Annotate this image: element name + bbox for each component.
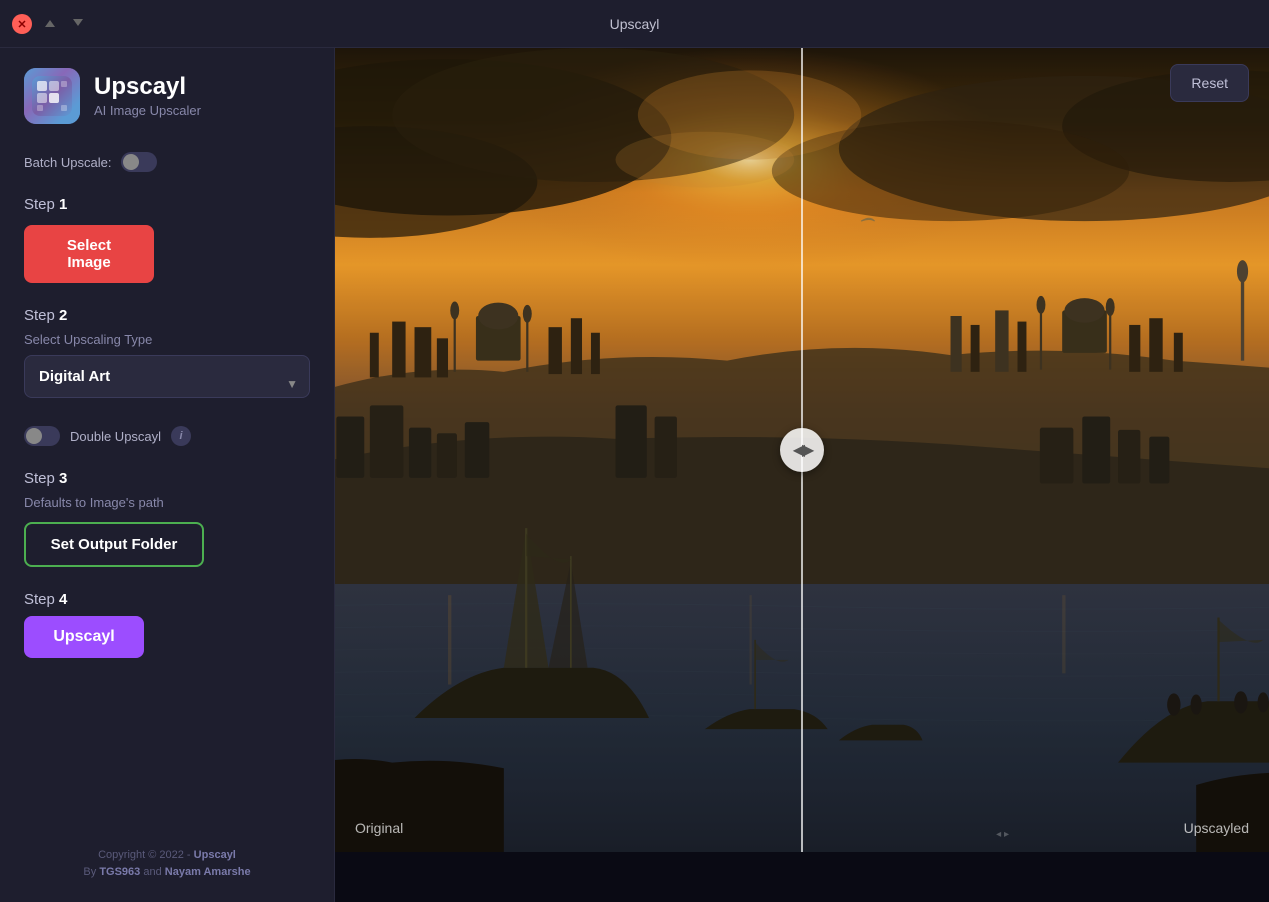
batch-upscale-row: Batch Upscale: (24, 152, 310, 172)
footer: Copyright © 2022 - Upscayl By TGS963 and… (24, 827, 310, 882)
step-1-label: Step 1 (24, 196, 310, 213)
sidebar: Upscayl AI Image Upscaler Batch Upscale:… (0, 48, 335, 902)
info-button[interactable]: i (171, 426, 191, 446)
app-logo (24, 68, 80, 124)
comparison-container: ◀▶ Original Upscayled ◂ ▸ (335, 48, 1269, 852)
upscaling-type-dropdown-wrapper: Digital Art Real-ESRGAN UltraMix Balance… (24, 355, 310, 412)
window-controls (12, 13, 88, 35)
app-header: Upscayl AI Image Upscaler (24, 68, 310, 124)
select-upscaling-label: Select Upscaling Type (24, 332, 310, 347)
defaults-label: Defaults to Image's path (24, 495, 310, 510)
app-name: Upscayl (94, 74, 201, 100)
label-upscayled: Upscayled (1184, 820, 1249, 836)
app-title-group: Upscayl AI Image Upscaler (94, 74, 201, 117)
select-image-button[interactable]: Select Image (24, 225, 154, 283)
batch-upscale-label: Batch Upscale: (24, 155, 111, 170)
main-layout: Upscayl AI Image Upscaler Batch Upscale:… (0, 48, 1269, 902)
comparison-divider-handle[interactable]: ◀▶ (780, 428, 824, 472)
titlebar: Upscayl (0, 0, 1269, 48)
set-output-folder-button[interactable]: Set Output Folder (24, 522, 204, 567)
window-title: Upscayl (610, 16, 660, 32)
reset-button[interactable]: Reset (1170, 64, 1249, 102)
footer-text: Copyright © 2022 - Upscayl By TGS963 and… (24, 847, 310, 882)
label-original: Original (355, 820, 403, 836)
image-comparison-area: Reset (335, 48, 1269, 902)
close-button[interactable] (12, 14, 32, 34)
upscayl-button[interactable]: Upscayl (24, 616, 144, 658)
nav-down-button[interactable] (68, 13, 88, 35)
nav-up-button[interactable] (40, 13, 60, 35)
app-subtitle: AI Image Upscaler (94, 103, 201, 118)
double-upscayl-toggle[interactable] (24, 426, 60, 446)
step-3-label: Step 3 (24, 470, 310, 487)
step-4-label: Step 4 (24, 591, 310, 608)
upscaling-type-dropdown[interactable]: Digital Art Real-ESRGAN UltraMix Balance… (24, 355, 310, 398)
watermark: ◂ ▸ (996, 829, 1009, 840)
double-upscayl-row: Double Upscayl i (24, 426, 310, 446)
double-upscayl-label: Double Upscayl (70, 429, 161, 444)
divider-arrows-icon: ◀▶ (793, 440, 812, 460)
batch-upscale-toggle[interactable] (121, 152, 157, 172)
step-2-label: Step 2 (24, 307, 310, 324)
